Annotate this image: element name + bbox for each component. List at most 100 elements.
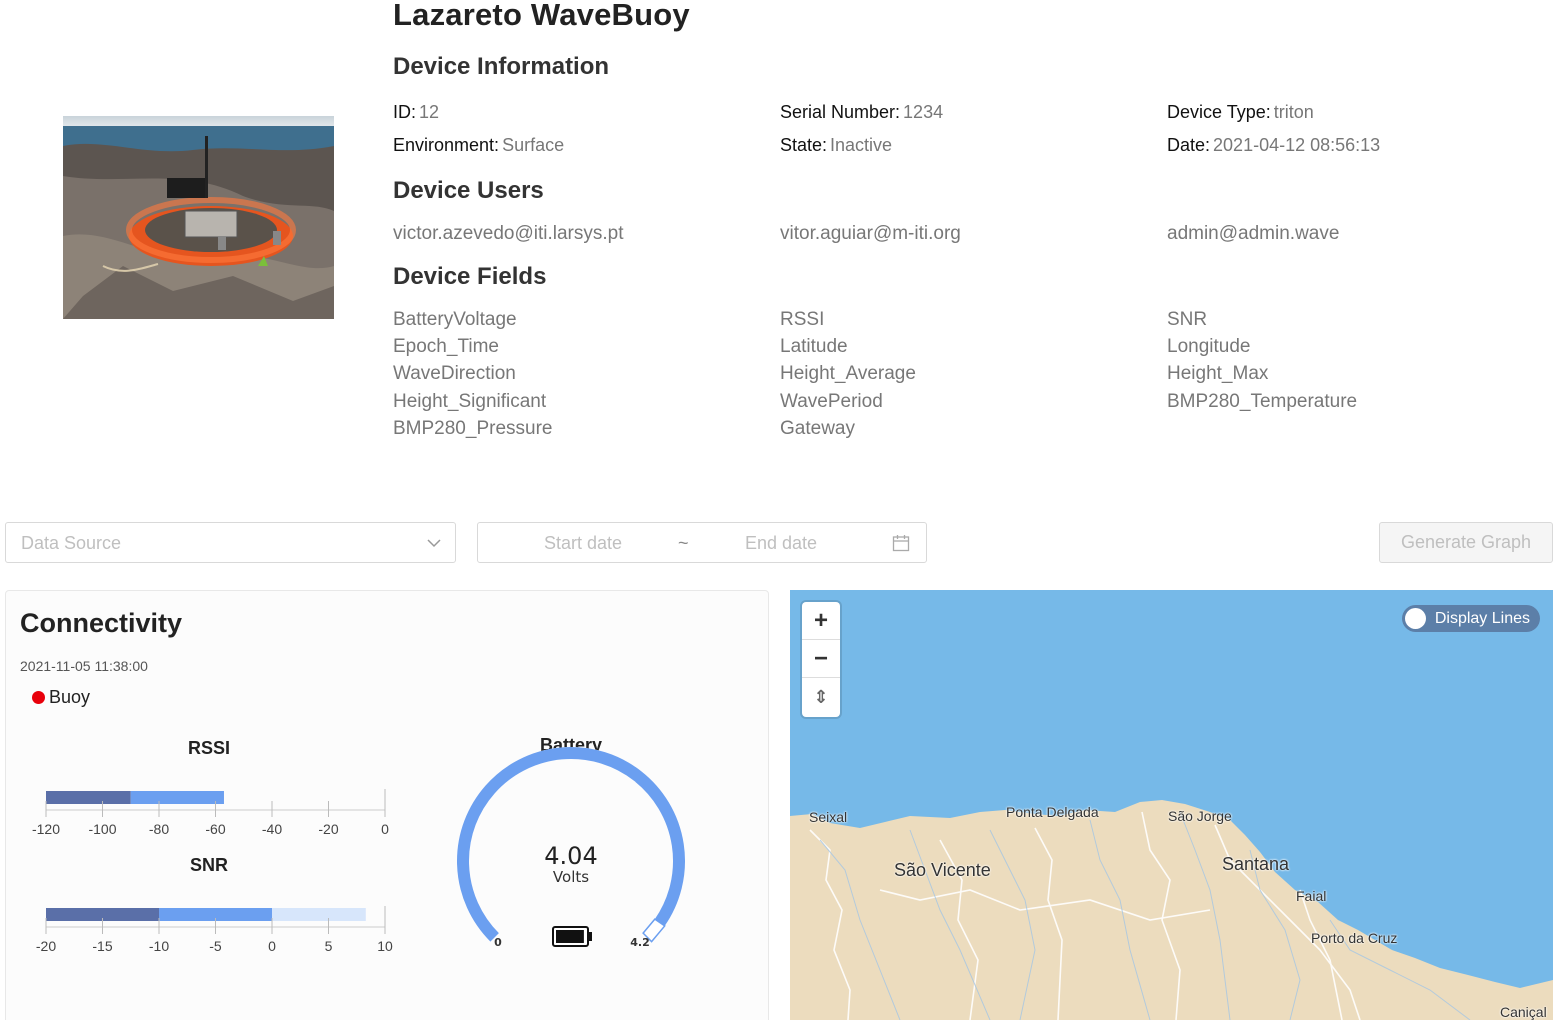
place-label: Santana <box>1222 854 1290 874</box>
rssi-tick-label: -20 <box>318 821 338 837</box>
snr-tick-label: -10 <box>149 938 169 954</box>
date-range-picker[interactable]: Start date ~ End date <box>477 522 927 563</box>
snr-tick-label: -20 <box>36 938 56 954</box>
snr-bullet-chart: SNR -20 -15 -10 -5 0 5 10 <box>36 855 393 954</box>
data-source-select[interactable]: Data Source <box>5 522 456 563</box>
environment-label: Environment: <box>393 135 500 155</box>
device-field: BatteryVoltage <box>393 309 517 330</box>
snr-tick-label: -15 <box>92 938 112 954</box>
date-label: Date: <box>1167 135 1211 155</box>
device-state: State: Inactive <box>780 135 892 156</box>
place-label: Caniçal <box>1500 1004 1547 1020</box>
rssi-bullet-chart: RSSI -120 -100 -80 -60 -40 -20 0 <box>32 738 389 837</box>
display-lines-label: Display Lines <box>1434 610 1530 627</box>
device-field: Gateway <box>780 418 855 439</box>
rssi-tick-label: -120 <box>32 821 60 837</box>
device-id-value: 12 <box>419 102 440 122</box>
device-title: Lazareto WaveBuoy <box>393 0 690 32</box>
place-label: Porto da Cruz <box>1311 930 1398 946</box>
place-label: Seixal <box>809 809 848 825</box>
device-user: vitor.aguiar@m-iti.org <box>780 223 961 244</box>
snr-tick-label: -5 <box>209 938 222 954</box>
device-photo <box>63 116 334 319</box>
rssi-tick-label: -60 <box>205 821 225 837</box>
device-field: Latitude <box>780 336 848 357</box>
battery-unit: Volts <box>553 868 589 886</box>
battery-value: 4.04 <box>544 842 597 870</box>
snr-tick-label: 0 <box>268 938 276 954</box>
start-date-input[interactable]: Start date <box>544 533 622 554</box>
snr-tick-label: 10 <box>377 938 393 954</box>
device-fields-heading: Device Fields <box>393 263 547 290</box>
device-field: Height_Average <box>780 363 916 384</box>
state-label: State: <box>780 135 828 155</box>
device-user: admin@admin.wave <box>1167 223 1340 244</box>
battery-icon <box>552 926 592 947</box>
rssi-tick-label: -100 <box>88 821 116 837</box>
device-id: ID: 12 <box>393 102 439 123</box>
place-label: São Vicente <box>894 860 991 880</box>
device-detail-page: Lazareto WaveBuoy Device Information ID:… <box>0 0 1558 1020</box>
rssi-tick-label: -80 <box>149 821 169 837</box>
generate-graph-button[interactable]: Generate Graph <box>1379 522 1553 563</box>
legend-dot <box>32 691 45 704</box>
serial-number-value: 1234 <box>903 102 944 122</box>
toggle-knob[interactable] <box>1404 608 1426 629</box>
snr-band-2 <box>272 908 366 921</box>
state-value: Inactive <box>830 135 893 155</box>
rssi-band-1 <box>130 791 224 804</box>
device-field: BMP280_Temperature <box>1167 391 1358 412</box>
rssi-tick-label: 0 <box>381 821 389 837</box>
end-date-input[interactable]: End date <box>745 533 817 554</box>
chevron-down-icon <box>427 539 441 548</box>
device-information-heading: Device Information <box>393 53 610 80</box>
device-field: Height_Significant <box>393 391 547 412</box>
calendar-icon <box>892 535 910 552</box>
device-field: BMP280_Pressure <box>393 418 553 439</box>
device-type-value: triton <box>1273 102 1314 122</box>
device-users-heading: Device Users <box>393 177 544 204</box>
zoom-in-button[interactable]: + <box>802 602 840 640</box>
date-value: 2021-04-12 08:56:13 <box>1213 135 1381 155</box>
map-view[interactable]: + − ⇕ Display Lines Seixal Ponta Delgada… <box>790 590 1553 1020</box>
connectivity-card: Connectivity 2021-11-05 11:38:00 Buoy RS… <box>5 590 769 1020</box>
device-field: WaveDirection <box>393 363 516 384</box>
zoom-out-button[interactable]: − <box>802 640 840 678</box>
reset-north-button[interactable]: ⇕ <box>802 678 840 716</box>
device-environment: Environment: Surface <box>393 135 564 156</box>
connectivity-title: Connectivity <box>20 608 183 638</box>
battery-gauge: Battery4.04Volts0 4.2 <box>457 735 685 949</box>
date-range-separator: ~ <box>678 533 689 553</box>
device-field: RSSI <box>780 309 825 330</box>
device-id-label: ID: <box>393 102 417 122</box>
device-field: Height_Max <box>1167 363 1269 384</box>
device-field: Longitude <box>1167 336 1251 357</box>
device-user: victor.azevedo@iti.larsys.pt <box>393 223 624 244</box>
battery-max-label: 4.2 <box>630 936 650 949</box>
legend-label: Buoy <box>49 687 91 707</box>
device-type: Device Type: triton <box>1167 102 1314 123</box>
device-field: SNR <box>1167 309 1208 330</box>
device-date: Date: 2021-04-12 08:56:13 <box>1167 135 1380 156</box>
display-lines-toggle[interactable]: Display Lines <box>1401 605 1540 632</box>
connectivity-timestamp: 2021-11-05 11:38:00 <box>20 658 148 674</box>
rssi-label: RSSI <box>188 738 230 758</box>
battery-min-label: 0 <box>494 936 502 949</box>
snr-tick-label: 5 <box>325 938 333 954</box>
map-zoom-control: + − ⇕ <box>802 602 840 717</box>
snr-label: SNR <box>190 855 228 875</box>
environment-value: Surface <box>502 135 565 155</box>
place-label: Faial <box>1296 888 1327 904</box>
device-type-label: Device Type: <box>1167 102 1271 122</box>
device-field: WavePeriod <box>780 391 883 412</box>
map-tiles <box>790 800 1553 1020</box>
place-label: São Jorge <box>1168 808 1232 824</box>
place-label: Ponta Delgada <box>1006 804 1099 820</box>
serial-number-label: Serial Number: <box>780 102 901 122</box>
device-serial: Serial Number: 1234 <box>780 102 943 123</box>
rssi-tick-label: -40 <box>262 821 282 837</box>
data-source-placeholder: Data Source <box>21 533 122 553</box>
rssi-band-0 <box>46 791 131 804</box>
device-field: Epoch_Time <box>393 336 499 357</box>
buoy-legend[interactable]: Buoy <box>32 687 90 708</box>
